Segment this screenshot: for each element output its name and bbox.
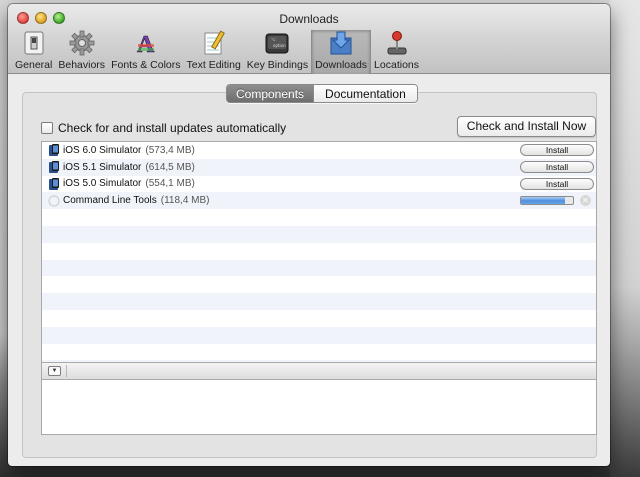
list-item[interactable]: iOS 6.0 Simulator (573,4 MB) Install (42, 142, 596, 159)
tab-documentation[interactable]: Documentation (313, 85, 417, 102)
component-size: (614,5 MB) (145, 161, 195, 173)
desktop-background (610, 0, 640, 477)
fonts-colors-icon: A (132, 30, 160, 56)
component-size: (118,4 MB) (160, 195, 210, 207)
toolbar-item-locations[interactable]: Locations (371, 30, 422, 74)
empty-row (42, 243, 596, 260)
toolbar-item-behaviors[interactable]: Behaviors (55, 30, 108, 74)
cancel-download-icon[interactable]: ✕ (580, 195, 591, 207)
downloads-pane: Components Documentation Check for and i… (8, 75, 610, 466)
toolbar-label: Locations (374, 59, 419, 71)
toolbar-label: Text Editing (186, 59, 241, 71)
auto-update-checkbox[interactable] (41, 122, 53, 134)
list-item[interactable]: iOS 5.1 Simulator (614,5 MB) Install (42, 158, 596, 176)
progress-fill (521, 197, 566, 205)
empty-row (42, 225, 596, 243)
component-name: Command Line Tools (63, 195, 157, 207)
segmented-control: Components Documentation (226, 84, 418, 103)
disclosure-triangle-icon[interactable]: ▼ (48, 366, 61, 376)
empty-row (42, 276, 596, 293)
divider (66, 365, 67, 377)
spinner-icon (48, 195, 60, 207)
check-and-install-button[interactable]: Check and Install Now (457, 116, 596, 137)
ios-simulator-icon (48, 144, 60, 157)
keyboard-key-icon: ⌥ option (263, 30, 291, 56)
empty-row (42, 344, 596, 361)
joystick-icon (383, 30, 411, 56)
toolbar-item-fonts-colors[interactable]: A Fonts & Colors (108, 30, 183, 74)
toolbar-item-key-bindings[interactable]: ⌥ option Key Bindings (244, 30, 311, 74)
toolbar-label: General (15, 59, 53, 71)
auto-update-row: Check for and install updates automatica… (41, 121, 286, 135)
component-size: (554,1 MB) (145, 178, 195, 190)
downloads-preferences-window: Downloads General Behaviors Fonts & Colo… (8, 4, 610, 466)
empty-row (42, 326, 596, 344)
gear-icon (68, 30, 96, 56)
install-button[interactable]: Install (520, 177, 594, 190)
window-title: Downloads (279, 12, 339, 26)
svg-text:⌥: ⌥ (271, 37, 276, 42)
svg-text:option: option (273, 43, 286, 48)
empty-row (42, 209, 596, 226)
ios-simulator-icon (48, 161, 60, 174)
title-bar: Downloads General Behaviors Fonts & Colo… (8, 4, 610, 74)
auto-update-label[interactable]: Check for and install updates automatica… (58, 121, 286, 135)
detail-header-bar: ▼ (41, 363, 597, 380)
toolbar-item-text-editing[interactable]: Text Editing (184, 30, 244, 74)
toolbar-label: Fonts & Colors (111, 59, 181, 71)
toolbar-label: Behaviors (58, 59, 106, 71)
ios-simulator-icon (48, 177, 60, 190)
empty-row (42, 310, 596, 327)
toolbar-item-general[interactable]: General (12, 30, 55, 74)
component-size: (573,4 MB) (145, 144, 195, 156)
toolbar-label: Key Bindings (246, 59, 309, 71)
toolbar-item-downloads[interactable]: Downloads (311, 30, 372, 74)
list-item[interactable]: iOS 5.0 Simulator (554,1 MB) Install (42, 176, 596, 193)
toolbar-label: Downloads (315, 59, 368, 71)
install-button[interactable]: Install (520, 160, 594, 173)
notepad-pencil-icon (200, 30, 228, 56)
detail-pane (41, 380, 597, 435)
tab-components[interactable]: Components (227, 85, 314, 102)
empty-row (42, 259, 596, 277)
component-name: iOS 5.0 Simulator (63, 178, 142, 190)
general-switch-icon (20, 30, 48, 56)
download-tray-icon (327, 30, 355, 56)
install-button[interactable]: Install (520, 144, 594, 156)
component-name: iOS 5.1 Simulator (63, 161, 142, 173)
component-name: iOS 6.0 Simulator (63, 144, 142, 156)
preferences-toolbar: General Behaviors Fonts & Colors Text Ed… (12, 30, 422, 74)
empty-row (42, 293, 596, 310)
list-item[interactable]: Command Line Tools (118,4 MB) ✕ (42, 192, 596, 210)
download-progress-bar (520, 196, 574, 206)
components-list: iOS 6.0 Simulator (573,4 MB) Install iOS… (41, 141, 597, 363)
